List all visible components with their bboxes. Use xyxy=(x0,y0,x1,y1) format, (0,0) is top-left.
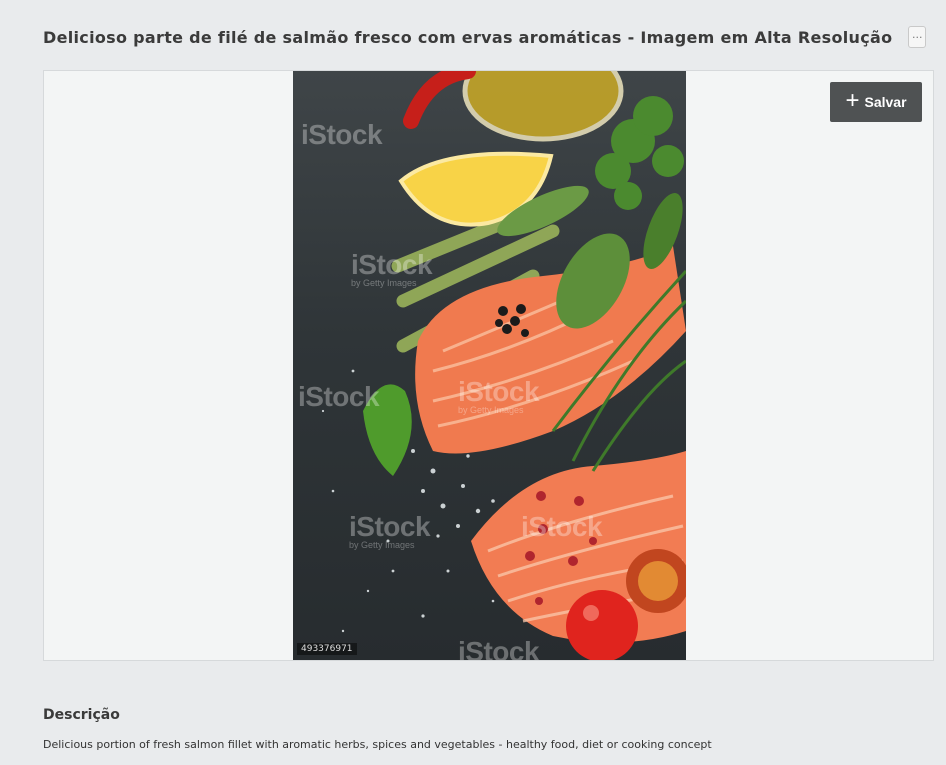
save-button[interactable]: + Salvar xyxy=(830,82,922,122)
title-row: Delicioso parte de filé de salmão fresco… xyxy=(43,22,926,52)
watermark-text: iStock xyxy=(298,381,380,412)
watermark: iStock by Getty Images xyxy=(458,376,540,415)
page-title: Delicioso parte de filé de salmão fresco… xyxy=(43,27,893,47)
image-detail-page: Delicioso parte de filé de salmão fresco… xyxy=(0,0,946,765)
stock-id-label: 493376971 xyxy=(297,643,357,655)
watermark: iStock xyxy=(521,511,603,543)
watermark-text: iStock xyxy=(458,636,540,661)
watermark: iStock by Getty Images xyxy=(351,249,433,288)
watermark-text: iStock xyxy=(349,511,431,542)
save-button-label: Salvar xyxy=(864,94,907,110)
ellipsis-icon: ··· xyxy=(911,30,923,44)
watermark: iStock xyxy=(458,636,540,661)
description-heading: Descrição xyxy=(43,707,120,723)
image-frame: iStock iStock by Getty Images iStock iSt… xyxy=(43,70,934,661)
watermark: iStock xyxy=(298,381,380,413)
watermark-text: iStock xyxy=(351,249,433,280)
salmon-photo-illustration xyxy=(321,71,686,660)
watermark: iStock by Getty Images xyxy=(349,511,431,550)
more-options-button[interactable]: ··· xyxy=(908,26,926,48)
plus-icon: + xyxy=(845,87,860,114)
watermark-text: iStock xyxy=(301,119,383,150)
watermark-text: iStock xyxy=(521,511,603,542)
description-text: Delicious portion of fresh salmon fillet… xyxy=(43,738,712,751)
salmon-photo[interactable]: iStock iStock by Getty Images iStock iSt… xyxy=(293,71,686,661)
watermark: iStock xyxy=(301,119,383,151)
watermark-text: iStock xyxy=(458,376,540,407)
